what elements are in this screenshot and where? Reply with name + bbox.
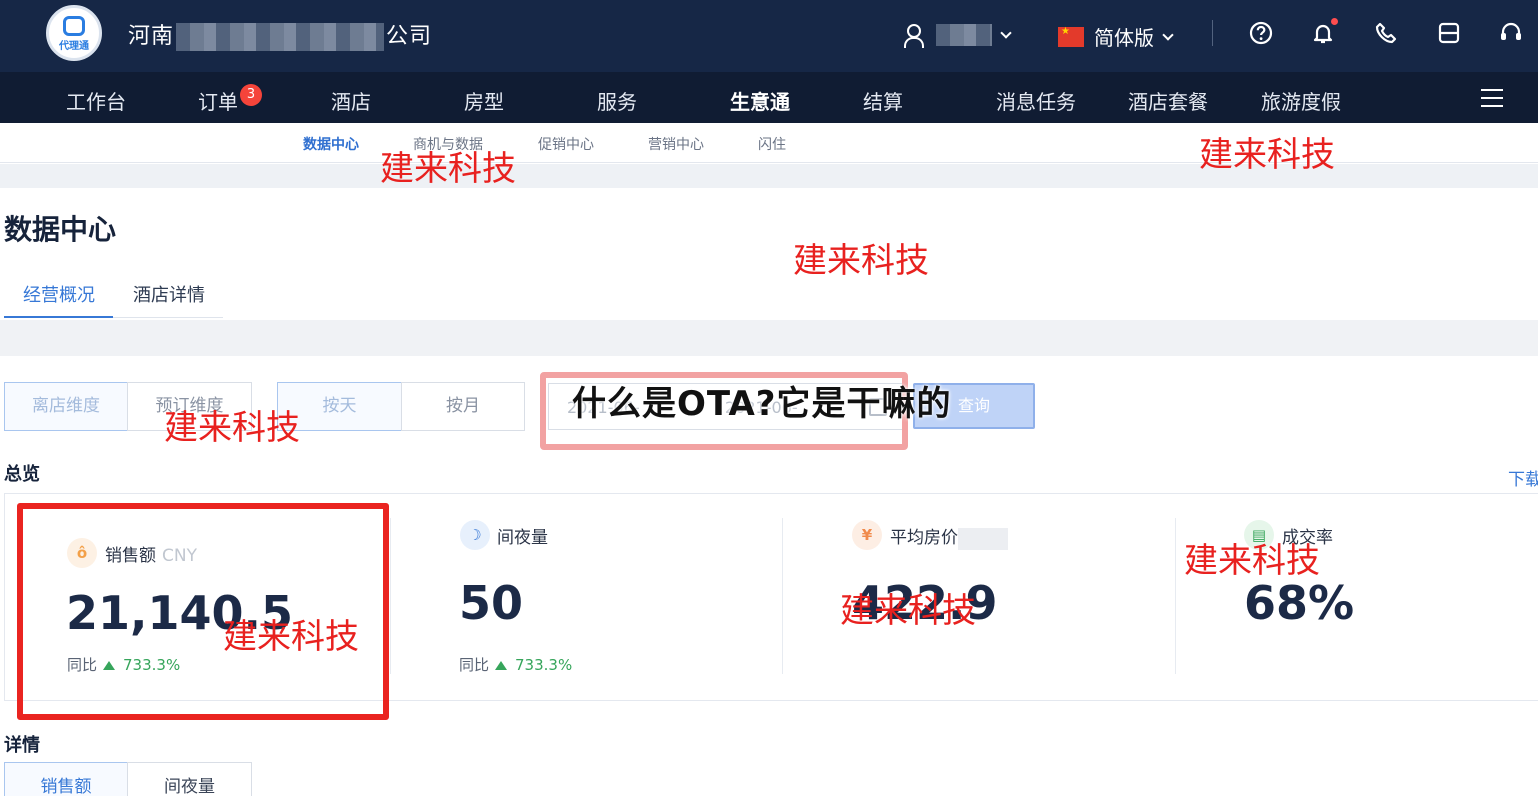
- watermark: 建来科技: [223, 617, 359, 657]
- nav-orders-label: 订单: [198, 90, 238, 114]
- nav-hotel-packages[interactable]: 酒店套餐: [1128, 86, 1208, 115]
- metric-avg-rate-label: 平均房价: [890, 528, 958, 548]
- yoy-label: 同比: [459, 656, 490, 674]
- subnav-marketing[interactable]: 营销中心: [648, 134, 704, 154]
- help-icon[interactable]: [1248, 20, 1274, 46]
- company-name-redacted: [176, 23, 385, 51]
- metric-divider: [782, 518, 783, 674]
- watermark: 建来科技: [840, 591, 976, 631]
- active-tab-indicator: [4, 316, 113, 318]
- nav-settlement[interactable]: 结算: [863, 86, 903, 115]
- highlight-frame: [17, 503, 389, 720]
- trend-up-icon: [495, 661, 508, 670]
- china-flag-icon: [1058, 26, 1084, 47]
- company-name: 河南 公司: [128, 18, 432, 51]
- detail-label: 详情: [4, 735, 40, 756]
- top-header: 代理通 河南 公司 简体版: [0, 0, 1538, 72]
- user-menu[interactable]: [902, 20, 1012, 50]
- page: 代理通 河南 公司 简体版: [0, 0, 1538, 796]
- hamburger-menu-icon[interactable]: [1481, 89, 1503, 107]
- support-icon[interactable]: [1498, 20, 1524, 46]
- language-label: 简体版: [1094, 26, 1154, 50]
- yuan-icon: ¥: [852, 520, 882, 550]
- metric-room-nights-label: 间夜量: [497, 528, 548, 548]
- redacted-text: [958, 528, 1008, 550]
- user-icon: [902, 23, 924, 48]
- tab-baseline: [113, 317, 223, 318]
- subnav-flash-stay[interactable]: 闪住: [758, 134, 786, 154]
- nav-message-tasks[interactable]: 消息任务: [996, 86, 1076, 115]
- subnav-data-center[interactable]: 数据中心: [303, 134, 359, 154]
- metric-room-nights-yoy: 同比 733.3%: [459, 654, 572, 675]
- language-selector[interactable]: 简体版: [1058, 22, 1174, 51]
- watermark: 建来科技: [793, 241, 929, 281]
- download-link[interactable]: 下载: [1508, 465, 1538, 490]
- app-logo[interactable]: 代理通: [46, 5, 102, 61]
- user-name-redacted: [936, 24, 992, 46]
- metric-divider: [390, 518, 391, 674]
- dimension-checkout[interactable]: 离店维度: [4, 382, 128, 431]
- page-title: 数据中心: [4, 213, 117, 246]
- overview-label: 总览: [4, 464, 40, 485]
- detail-tab-room-nights[interactable]: 间夜量: [127, 762, 252, 796]
- article-title-overlay: 什么是OTA?它是干嘛的: [572, 384, 952, 424]
- server-icon[interactable]: [1436, 20, 1462, 46]
- main-nav: 工作台 订单 3 酒店 房型 服务 生意通 结算 消息任务 酒店套餐 旅游度假: [0, 72, 1538, 123]
- nav-business[interactable]: 生意通: [730, 86, 790, 115]
- phone-icon[interactable]: [1373, 20, 1399, 46]
- nav-hotels[interactable]: 酒店: [331, 86, 371, 115]
- nav-services[interactable]: 服务: [597, 86, 637, 115]
- tab-hotel-details[interactable]: 酒店详情: [133, 281, 205, 307]
- metric-divider: [1175, 518, 1176, 674]
- nav-travel-vacation[interactable]: 旅游度假: [1261, 86, 1341, 115]
- watermark: 建来科技: [1199, 135, 1335, 175]
- order-count-badge: 3: [240, 84, 262, 106]
- nav-orders[interactable]: 订单 3: [198, 84, 262, 115]
- section-spacer: [0, 320, 1538, 356]
- moon-icon: ☽: [460, 520, 490, 550]
- nav-workbench[interactable]: 工作台: [66, 86, 126, 115]
- tab-business-overview[interactable]: 经营概况: [23, 281, 95, 307]
- logo-text: 代理通: [59, 41, 89, 52]
- chevron-down-icon: [1162, 28, 1174, 41]
- nav-room-types[interactable]: 房型: [464, 86, 504, 115]
- watermark: 建来科技: [380, 149, 516, 189]
- detail-tab-sales[interactable]: 销售额: [4, 762, 128, 796]
- company-name-end: 公司: [386, 24, 433, 49]
- watermark: 建来科技: [1184, 541, 1320, 581]
- metric-room-nights-value: 50: [459, 576, 524, 630]
- notification-dot: [1331, 18, 1338, 25]
- header-divider: [1212, 20, 1213, 46]
- metric-conversion-value: 68%: [1244, 576, 1355, 630]
- chevron-down-icon: [1000, 27, 1012, 39]
- subnav-promotions[interactable]: 促销中心: [538, 134, 594, 154]
- yoy-value: 733.3%: [515, 656, 573, 674]
- granularity-month[interactable]: 按月: [401, 382, 525, 431]
- bell-icon[interactable]: [1310, 18, 1338, 46]
- house-icon: [63, 16, 85, 36]
- watermark: 建来科技: [164, 408, 300, 448]
- company-name-start: 河南: [128, 24, 175, 49]
